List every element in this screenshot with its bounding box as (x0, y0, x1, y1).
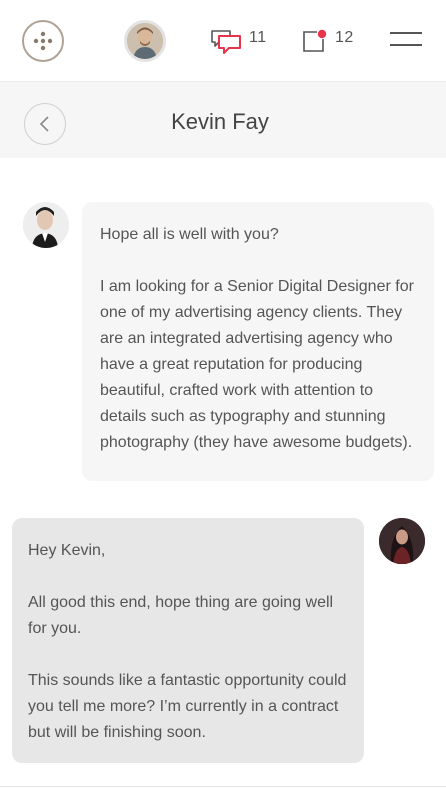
divider (0, 786, 446, 787)
notification-dot-icon (317, 29, 327, 39)
dots-logo-icon (33, 31, 53, 51)
message-bubble-incoming: Hope all is well with you? I am looking … (82, 202, 434, 481)
sender-avatar (23, 202, 69, 248)
message-text: Hey Kevin, (28, 542, 106, 559)
conversation-header: Kevin Fay (0, 81, 446, 158)
my-avatar (379, 518, 425, 564)
notifications-count: 12 (335, 29, 354, 46)
top-nav-bar: 11 12 (0, 0, 446, 81)
notification-square-icon (303, 29, 327, 52)
message-text: I am looking for a Senior Digital Design… (100, 278, 414, 451)
message-bubble-outgoing: Hey Kevin, All good this end, hope thing… (12, 518, 364, 763)
message-text: Hope all is well with you? (100, 226, 279, 243)
message-thread: Hope all is well with you? I am looking … (0, 158, 446, 788)
messages-button[interactable]: 11 (209, 28, 275, 58)
hamburger-menu-icon[interactable] (390, 32, 422, 50)
app-logo-button[interactable] (22, 20, 64, 62)
message-text: All good this end, hope thing are going … (28, 594, 334, 637)
back-button[interactable] (24, 103, 66, 145)
messages-count: 11 (249, 29, 267, 46)
chat-bubbles-icon (211, 30, 241, 54)
message-text: This sounds like a fantastic opportunity… (28, 672, 347, 741)
notifications-button[interactable]: 12 (301, 28, 361, 56)
chevron-left-icon (39, 116, 49, 132)
conversation-title: Kevin Fay (171, 109, 269, 134)
user-avatar[interactable] (124, 20, 166, 62)
